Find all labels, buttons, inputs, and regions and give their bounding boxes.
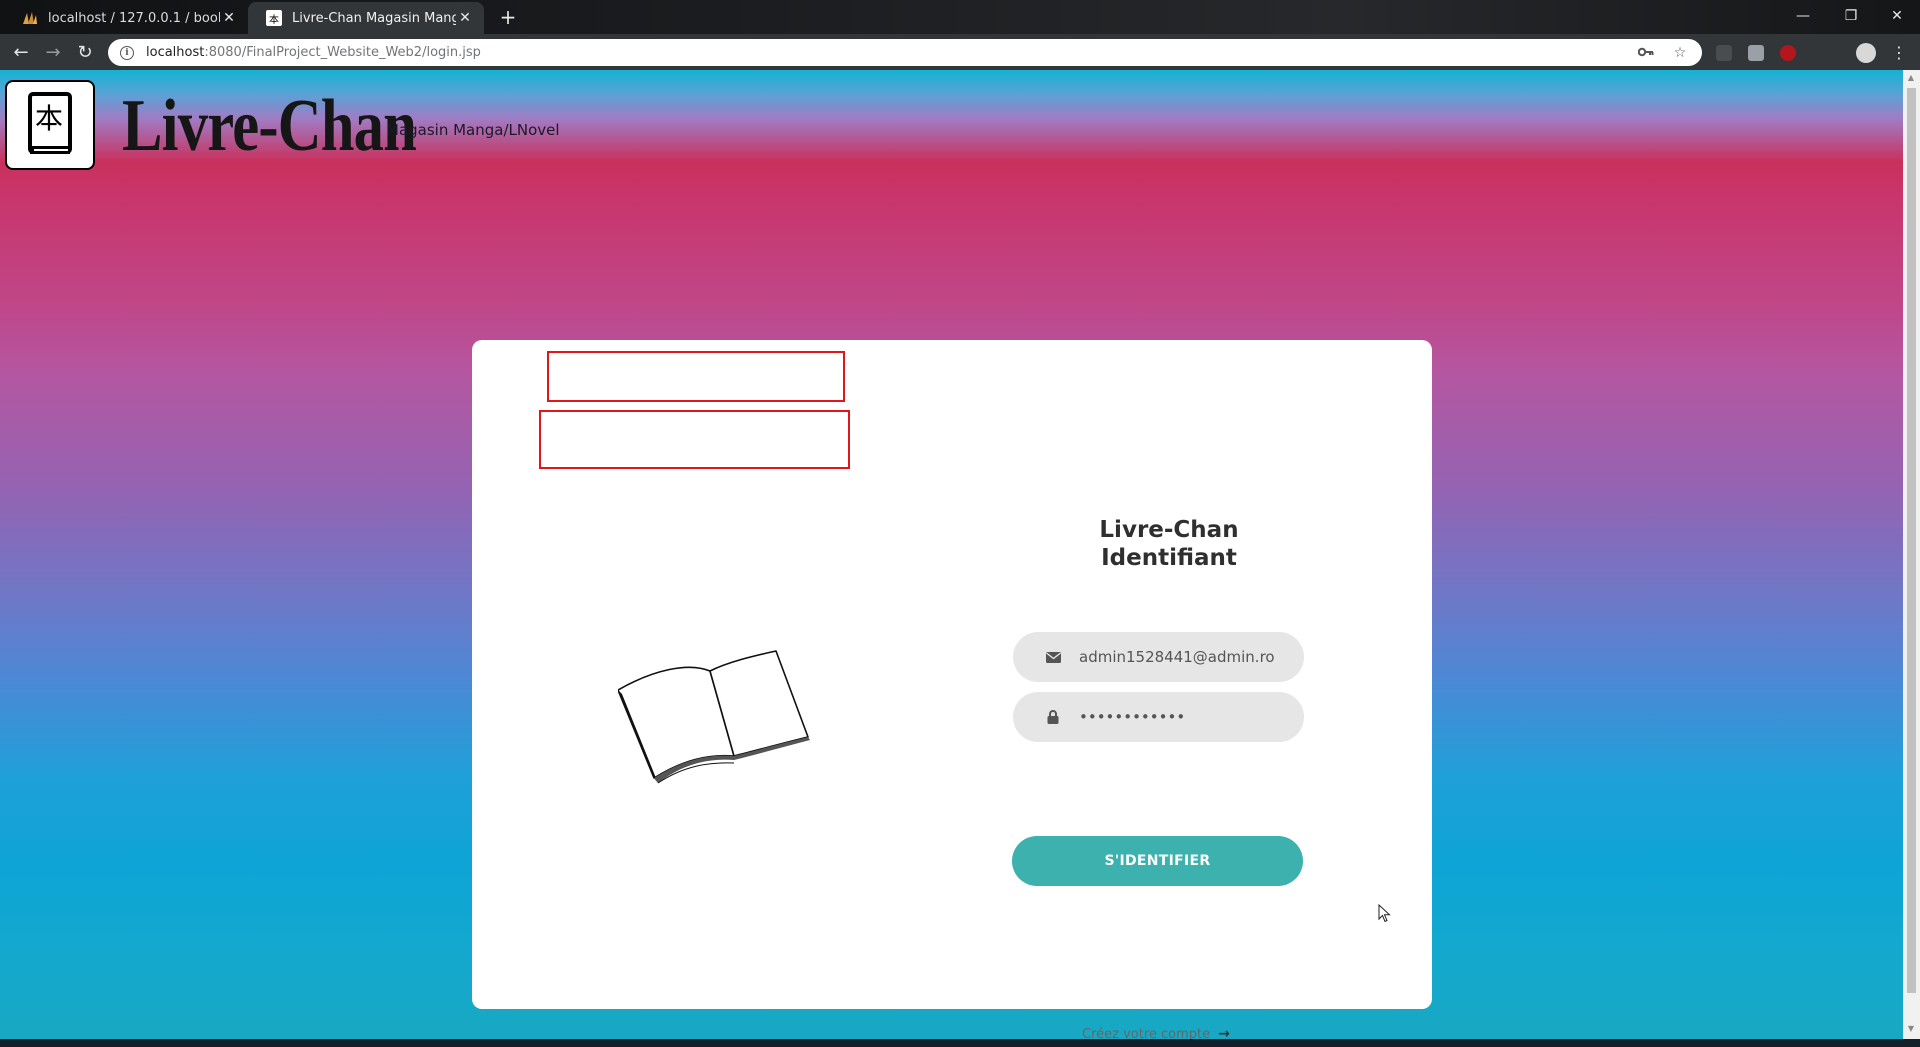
new-tab-icon[interactable]: +: [496, 6, 520, 30]
back-icon[interactable]: ←: [8, 39, 34, 65]
info-icon[interactable]: i: [120, 45, 134, 60]
login-heading-line1: Livre-Chan: [1099, 517, 1239, 543]
login-heading: Livre-Chan Identifiant: [1024, 516, 1314, 572]
site-subtitle: Magasin Manga/LNovel: [386, 121, 560, 139]
create-account-label: Créez votre compte: [1082, 1026, 1211, 1040]
bookmark-star-icon[interactable]: ☆: [1670, 45, 1690, 61]
email-input[interactable]: [1079, 648, 1279, 666]
restore-icon[interactable]: ❐: [1828, 0, 1874, 32]
extension-icon[interactable]: [1716, 45, 1732, 61]
address-bar[interactable]: i localhost:8080/FinalProject_Website_We…: [108, 39, 1702, 66]
url-text[interactable]: localhost:8080/FinalProject_Website_Web2…: [146, 45, 1622, 60]
login-submit-button[interactable]: S'IDENTIFIER: [1012, 836, 1303, 886]
scroll-down-icon[interactable]: ▼: [1906, 1024, 1916, 1033]
key-icon[interactable]: [1636, 45, 1656, 61]
browser-toolbar: ← → ↻ i localhost:8080/FinalProject_Webs…: [0, 34, 1920, 70]
close-tab-icon[interactable]: ✕: [456, 10, 474, 26]
lock-icon: [1045, 710, 1061, 724]
open-book-illustration: [618, 650, 810, 784]
mouse-cursor-icon: [1378, 904, 1391, 923]
envelope-icon: [1045, 651, 1061, 663]
livre-chan-favicon-icon: 本: [266, 10, 282, 26]
vertical-scrollbar[interactable]: ▲ ▼: [1903, 70, 1920, 1039]
create-account-link[interactable]: Créez votre compte →: [1082, 1026, 1230, 1039]
close-window-icon[interactable]: ✕: [1874, 0, 1920, 32]
arrow-right-icon: →: [1218, 1026, 1230, 1039]
menu-dots-icon[interactable]: ⋮: [1886, 39, 1912, 65]
profile-avatar[interactable]: [1856, 43, 1876, 63]
extension-icon[interactable]: [1748, 45, 1764, 61]
book-logo-icon: 本: [28, 92, 72, 154]
site-logo[interactable]: 本: [5, 80, 95, 170]
page-viewport: 本 Livre-Chan Magasin Manga/LNovel Livre-…: [0, 70, 1903, 1039]
tab-livre-chan[interactable]: 本 Livre-Chan Magasin Manga/LNovel ✕: [248, 2, 484, 34]
tab-phpmyadmin[interactable]: localhost / 127.0.0.1 / bookchan ✕: [4, 2, 248, 34]
svg-text:本: 本: [35, 102, 63, 135]
scrollbar-thumb[interactable]: [1907, 88, 1916, 993]
browser-tab-bar: localhost / 127.0.0.1 / bookchan ✕ 本 Liv…: [0, 0, 1920, 34]
close-tab-icon[interactable]: ✕: [220, 10, 238, 26]
scroll-up-icon[interactable]: ▲: [1906, 73, 1916, 82]
phpmyadmin-favicon-icon: [22, 10, 38, 26]
password-field[interactable]: [1013, 692, 1304, 742]
password-highlight-box: [539, 410, 850, 469]
email-highlight-box: [547, 351, 845, 402]
login-heading-line2: Identifiant: [1101, 545, 1237, 571]
minimize-icon[interactable]: —: [1780, 0, 1826, 32]
ublock-icon[interactable]: [1780, 45, 1796, 61]
tab-title: Livre-Chan Magasin Manga/LNovel: [292, 10, 456, 26]
password-input[interactable]: [1079, 708, 1279, 726]
os-taskbar: [0, 1039, 1920, 1047]
site-title[interactable]: Livre-Chan: [122, 84, 417, 169]
forward-icon[interactable]: →: [40, 39, 66, 65]
reload-icon[interactable]: ↻: [72, 39, 98, 65]
tab-title: localhost / 127.0.0.1 / bookchan: [48, 10, 220, 26]
email-field[interactable]: [1013, 632, 1304, 682]
